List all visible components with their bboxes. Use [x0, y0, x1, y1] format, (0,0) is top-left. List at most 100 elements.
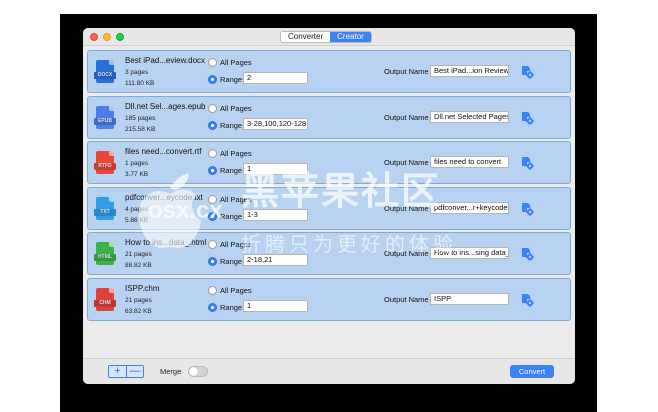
all-pages-label: All Pages [220, 285, 252, 295]
range-input[interactable]: 1-3 [243, 208, 308, 221]
all-pages-radio[interactable] [208, 285, 217, 295]
file-type-tag: TXT [94, 208, 116, 216]
range-radio[interactable] [208, 75, 217, 84]
all-pages-label: All Pages [220, 240, 252, 249]
range-label: Range [220, 120, 243, 130]
output-name-label: Output Name [384, 249, 429, 258]
settings-gear-icon[interactable] [520, 65, 534, 79]
file-type-icon: EPUB [94, 105, 116, 129]
zoom-window-button[interactable] [116, 33, 124, 41]
file-type-tag: HTML [94, 254, 116, 261]
file-page-count: 21 pages [125, 251, 152, 258]
range-radio[interactable] [208, 211, 217, 221]
file-page-count: 1 pages [125, 160, 149, 167]
output-name-input[interactable]: pdfconver...r+keycode [430, 201, 509, 214]
settings-gear-icon[interactable] [520, 202, 534, 216]
output-name-label: Output Name [384, 112, 429, 122]
remove-file-button[interactable]: — [126, 366, 143, 377]
all-pages-radio[interactable] [208, 103, 217, 113]
all-pages-radio[interactable] [208, 240, 217, 249]
convert-button[interactable]: Convert [510, 365, 554, 378]
mode-segmented-control: Converter Creator [280, 31, 372, 43]
file-row[interactable]: HTML How to ins...data_.html 21 pages 88… [87, 232, 571, 275]
range-input[interactable]: 2-18,21 [243, 254, 308, 266]
file-type-icon: CHM [94, 287, 116, 311]
file-size: 5.86 KB [125, 216, 149, 224]
output-name-label: Output Name [384, 203, 429, 213]
range-radio[interactable] [208, 166, 217, 175]
all-pages-radio[interactable] [208, 194, 217, 204]
settings-gear-icon[interactable] [520, 293, 534, 307]
bottom-toolbar: + — Merge Convert [83, 358, 575, 384]
settings-gear-icon[interactable] [520, 111, 534, 125]
file-name: How to ins...data_.html [125, 238, 207, 247]
file-name: ISPP.chm [125, 283, 160, 293]
all-pages-label: All Pages [220, 149, 252, 158]
range-label: Range [220, 166, 243, 175]
file-type-icon: RTFD [94, 151, 116, 174]
output-name-label: Output Name [384, 294, 429, 304]
settings-gear-icon[interactable] [520, 247, 534, 261]
window-controls [90, 33, 124, 41]
output-name-input[interactable]: Dll.net Selected Pages [430, 110, 509, 123]
file-name: Best iPad...eview.docx [125, 56, 206, 65]
range-label: Range [220, 75, 243, 84]
file-row[interactable]: TXT pdfconver...eycode.txt 4 pages 5.86 … [87, 186, 571, 230]
output-name-input[interactable]: files need to convert [430, 156, 509, 168]
tab-creator[interactable]: Creator [330, 32, 371, 42]
output-name-label: Output Name [384, 67, 429, 76]
close-window-button[interactable] [90, 33, 98, 41]
app-window: Converter Creator DOCX Best iPad...eview… [83, 28, 575, 384]
file-size: 3.77 KB [125, 171, 149, 178]
file-list: DOCX Best iPad...eview.docx 3 pages 111.… [87, 50, 571, 323]
file-page-count: 21 pages [125, 296, 152, 304]
range-label: Range [220, 211, 243, 221]
file-size: 111.80 KB [125, 80, 155, 87]
all-pages-radio[interactable] [208, 149, 217, 158]
range-input[interactable]: 1 [243, 163, 308, 175]
file-row[interactable]: CHM ISPP.chm 21 pages 63.82 KB All Pages… [87, 277, 571, 321]
range-label: Range [220, 302, 243, 312]
range-input[interactable]: 2 [243, 72, 308, 84]
file-type-tag: RTFD [94, 163, 116, 170]
merge-label: Merge [160, 367, 182, 376]
output-name-label: Output Name [384, 158, 429, 167]
file-page-count: 4 pages [125, 205, 149, 213]
file-row[interactable]: RTFD files need...convert.rtf 1 pages 3.… [87, 141, 571, 184]
output-name-input[interactable]: How to ins...sing data_ [430, 247, 509, 259]
all-pages-label: All Pages [220, 103, 252, 113]
range-input[interactable]: 3-28,100,120-128 [243, 117, 308, 130]
file-type-tag: CHM [94, 299, 116, 307]
range-input[interactable]: 1 [243, 299, 308, 312]
file-page-count: 185 pages [125, 114, 156, 122]
title-bar: Converter Creator [83, 28, 575, 46]
tab-converter[interactable]: Converter [281, 32, 330, 42]
file-name: pdfconver...eycode.txt [125, 192, 203, 202]
settings-gear-icon[interactable] [520, 156, 534, 170]
file-type-tag: DOCX [94, 72, 116, 79]
all-pages-label: All Pages [220, 194, 252, 204]
file-row[interactable]: DOCX Best iPad...eview.docx 3 pages 111.… [87, 50, 571, 93]
file-type-icon: DOCX [94, 60, 116, 83]
add-remove-control: + — [108, 365, 144, 378]
file-size: 63.82 KB [125, 307, 152, 315]
range-radio[interactable] [208, 257, 217, 266]
file-name: files need...convert.rtf [125, 147, 202, 156]
output-name-input[interactable]: ISPP [430, 292, 509, 305]
file-size: 215.58 KB [125, 125, 156, 133]
output-name-input[interactable]: Best iPad...ion Review [430, 65, 509, 77]
file-type-icon: TXT [94, 196, 116, 220]
file-page-count: 3 pages [125, 69, 149, 76]
minimize-window-button[interactable] [103, 33, 111, 41]
file-row[interactable]: EPUB Dll.net Sel...ages.epub 185 pages 2… [87, 95, 571, 139]
file-name: Dll.net Sel...ages.epub [125, 101, 206, 111]
merge-toggle[interactable] [188, 366, 208, 377]
range-radio[interactable] [208, 120, 217, 130]
file-type-icon: HTML [94, 242, 116, 265]
file-type-tag: EPUB [94, 117, 116, 125]
add-file-button[interactable]: + [109, 366, 126, 377]
file-size: 88.82 KB [125, 262, 152, 269]
range-radio[interactable] [208, 302, 217, 312]
all-pages-radio[interactable] [208, 58, 217, 67]
range-label: Range [220, 257, 243, 266]
